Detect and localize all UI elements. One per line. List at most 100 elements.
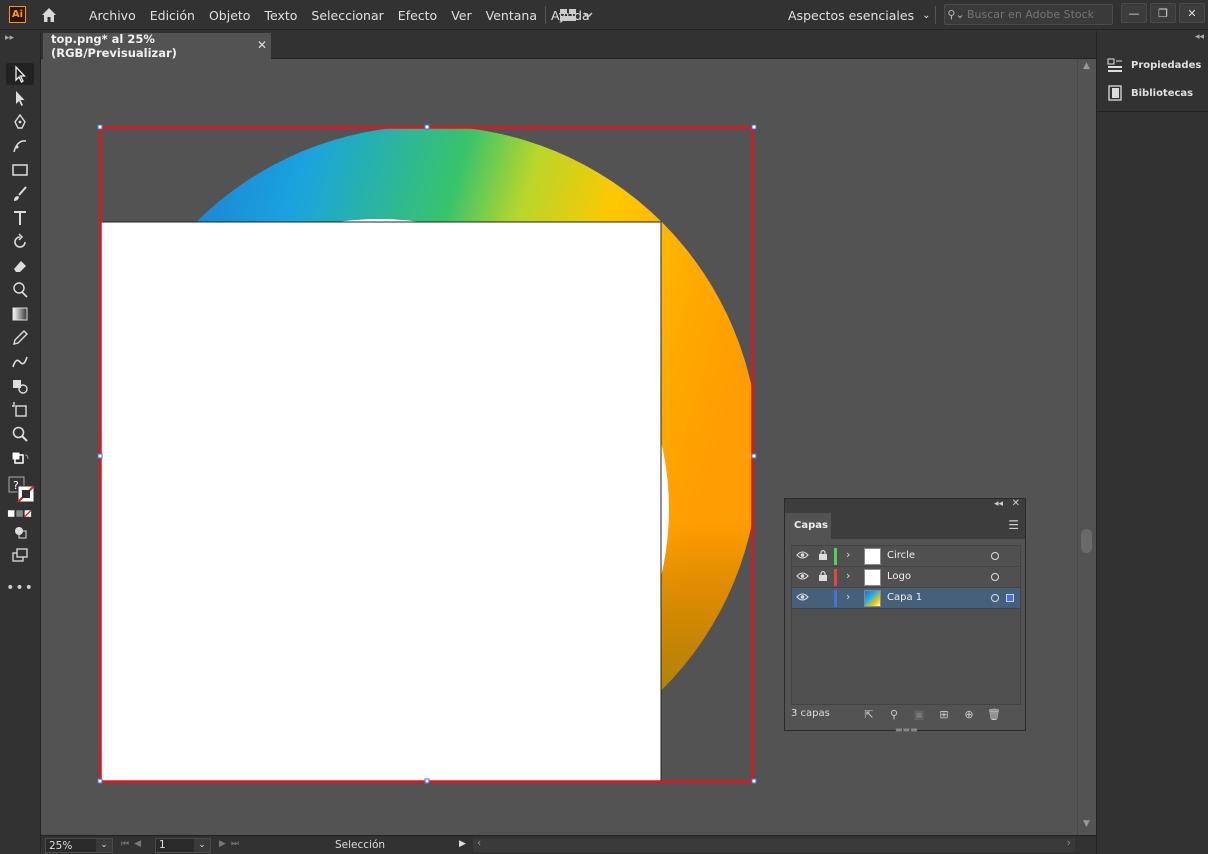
layer-row-capa-1[interactable]: › Capa 1 <box>792 588 1020 609</box>
menu-bar: Ai Archivo Edición Objeto Texto Seleccio… <box>0 0 1208 30</box>
menu-separator <box>545 6 546 24</box>
panel-menu-icon[interactable]: ☰ <box>1008 518 1019 532</box>
scroll-right-icon[interactable]: › <box>1067 837 1071 849</box>
scroll-left-icon[interactable]: ‹ <box>477 837 481 849</box>
arrange-documents-icon[interactable] <box>559 7 595 23</box>
panel-divider <box>1097 111 1208 112</box>
artboard-tool[interactable] <box>6 399 34 421</box>
gradient-tool[interactable] <box>6 303 34 325</box>
clipping-mask-icon[interactable]: ▣ <box>911 706 927 722</box>
screen-mode-button[interactable] <box>6 545 34 567</box>
default-fill-stroke[interactable] <box>6 449 34 471</box>
curvature-tool[interactable] <box>6 135 34 157</box>
properties-panel-button[interactable]: Propiedades <box>1107 57 1201 73</box>
eyedropper-tool[interactable] <box>6 327 34 349</box>
close-window-button[interactable]: ✕ <box>1179 3 1205 23</box>
target-circle-icon[interactable] <box>991 552 999 560</box>
status-menu-icon[interactable]: ▶ <box>459 839 466 849</box>
menu-ver[interactable]: Ver <box>444 8 478 23</box>
libraries-panel-button[interactable]: Bibliotecas <box>1107 85 1193 101</box>
artboard-select[interactable]: 1 ⌄ <box>155 838 211 853</box>
puppet-warp-tool[interactable] <box>6 279 34 301</box>
draw-mode-button[interactable] <box>6 521 34 543</box>
scroll-thumb[interactable] <box>1081 529 1092 553</box>
edit-toolbar-button[interactable]: ••• <box>6 577 34 599</box>
expand-panels-icon[interactable]: ◂◂ <box>1195 32 1204 42</box>
layer-row-circle[interactable]: › Circle <box>792 546 1020 567</box>
menu-ventana[interactable]: Ventana <box>479 8 544 23</box>
vertical-scrollbar[interactable]: ▲ ▼ <box>1077 59 1096 835</box>
scroll-up-icon[interactable]: ▲ <box>1083 61 1090 71</box>
zoom-tool[interactable] <box>6 423 34 445</box>
target-circle-icon[interactable] <box>991 573 999 581</box>
visibility-eye-icon[interactable] <box>796 592 809 602</box>
rotate-tool[interactable] <box>6 231 34 253</box>
layers-panel-titlebar[interactable]: ◂◂ ✕ <box>785 498 1025 513</box>
locate-object-icon[interactable]: ⚲ <box>886 706 902 722</box>
blend-tool[interactable] <box>6 351 34 373</box>
shape-builder-tool[interactable] <box>6 375 34 397</box>
status-mode[interactable]: Selección <box>335 839 465 851</box>
layer-name[interactable]: Circle <box>887 550 915 561</box>
close-icon[interactable]: ✕ <box>257 38 267 52</box>
menu-efecto[interactable]: Efecto <box>391 8 444 23</box>
visibility-eye-icon[interactable] <box>796 550 809 560</box>
layer-thumbnail <box>864 569 881 586</box>
home-icon[interactable] <box>40 6 58 24</box>
type-tool[interactable] <box>6 207 34 229</box>
close-icon[interactable]: ✕ <box>1012 498 1020 509</box>
search-input[interactable] <box>967 8 1107 21</box>
fill-stroke-swap-icon <box>11 451 29 464</box>
menu-archivo[interactable]: Archivo <box>82 8 143 23</box>
export-icon[interactable]: ⇱ <box>861 706 877 722</box>
new-layer-icon[interactable]: ⊕ <box>961 706 977 722</box>
lock-icon[interactable] <box>818 570 828 582</box>
chevron-right-icon[interactable]: › <box>846 590 850 603</box>
selection-tool[interactable] <box>6 63 34 85</box>
eraser-tool[interactable] <box>6 255 34 277</box>
fill-stroke-swatches[interactable]: ? <box>6 475 38 505</box>
chevron-right-icon[interactable]: › <box>846 548 850 561</box>
document-tab[interactable]: top.png* al 25% (RGB/Previsualizar) ✕ <box>43 32 271 60</box>
collapse-icon[interactable]: ▸▸ <box>5 33 14 43</box>
more-icon: ••• <box>6 580 34 596</box>
chevron-right-icon[interactable]: › <box>846 569 850 582</box>
stock-search[interactable]: ⚲⌄ <box>944 4 1113 25</box>
resize-grip-icon[interactable]: ▬▬▬ <box>895 725 918 734</box>
zoom-select[interactable]: 25% ⌄ <box>45 838 113 853</box>
lock-icon[interactable] <box>818 549 828 561</box>
workspace-switcher[interactable]: Aspectos esenciales ⌄ <box>788 0 930 30</box>
visibility-eye-icon[interactable] <box>796 571 809 581</box>
white-circle[interactable] <box>89 219 669 799</box>
layer-row-logo[interactable]: › Logo <box>792 567 1020 588</box>
selected-art-indicator[interactable] <box>1006 594 1014 602</box>
chevron-down-icon[interactable]: ⌄ <box>194 839 210 852</box>
paintbrush-tool[interactable] <box>6 183 34 205</box>
menu-objeto[interactable]: Objeto <box>202 8 258 23</box>
scroll-down-icon[interactable]: ▼ <box>1083 819 1090 829</box>
chevron-down-icon[interactable]: ⌄ <box>96 839 112 852</box>
rectangle-tool[interactable] <box>6 159 34 181</box>
layers-panel: ◂◂ ✕ Capas ☰ › Circle › Logo › Capa 1 3 … <box>784 498 1026 734</box>
layer-name[interactable]: Logo <box>887 571 911 582</box>
new-sublayer-icon[interactable]: ⊞ <box>936 706 952 722</box>
pen-tool[interactable] <box>6 111 34 133</box>
trash-icon[interactable]: 🗑 <box>986 706 1002 722</box>
warp-icon <box>13 282 28 298</box>
tab-capas[interactable]: Capas <box>785 513 831 539</box>
restore-button[interactable]: ❐ <box>1150 3 1176 23</box>
menu-seleccionar[interactable]: Seleccionar <box>304 8 390 23</box>
layer-color <box>834 569 837 586</box>
menu-texto[interactable]: Texto <box>257 8 304 23</box>
horizontal-scrollbar[interactable]: ‹ › <box>473 837 1075 852</box>
layer-name[interactable]: Capa 1 <box>887 592 922 603</box>
layer-thumbnail <box>864 548 881 565</box>
collapse-panel-icon[interactable]: ◂◂ <box>994 499 1003 509</box>
artboard-nav-prev[interactable]: ⏮◀ <box>121 839 146 849</box>
target-circle-icon[interactable] <box>991 594 999 602</box>
minimize-button[interactable]: — <box>1121 3 1147 23</box>
search-icon: ⚲⌄ <box>947 8 965 21</box>
artboard-nav-next[interactable]: ▶⏭ <box>219 839 244 849</box>
menu-edicion[interactable]: Edición <box>143 8 202 23</box>
direct-selection-tool[interactable] <box>6 87 34 109</box>
